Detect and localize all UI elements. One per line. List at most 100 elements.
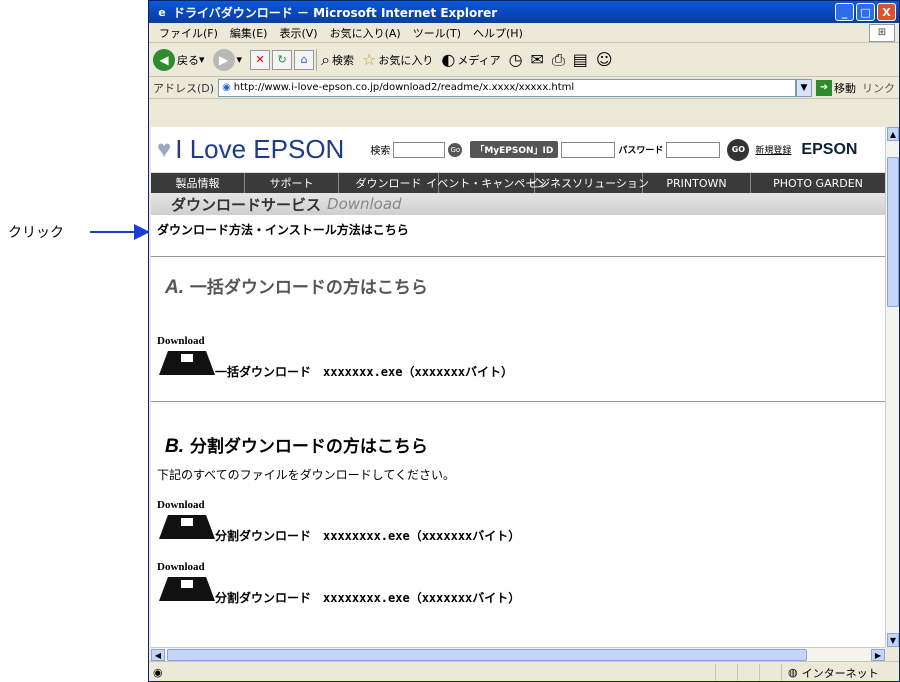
security-zone: ◍ インターネット [781, 663, 899, 681]
horizontal-scroll-thumb[interactable] [167, 649, 807, 661]
close-button[interactable]: X [877, 3, 896, 21]
windows-logo-icon: ⊞ [869, 23, 895, 42]
login-go-button[interactable]: GO [727, 138, 750, 161]
forward-button[interactable]: ▶ ▾ [212, 48, 243, 71]
vertical-scroll-thumb[interactable] [887, 157, 899, 307]
toolbar: ◀ 戻る ▾ ▶ ▾ ✕ ↻ ⌂ ⌕ 検索 ☆ お気に入り ◐ メディア ◷ ✉… [149, 43, 899, 77]
media-button[interactable]: ◐ メディア [441, 50, 500, 69]
heart-logo-icon: ♥ [157, 135, 172, 163]
instruction-text: 下記のすべてのファイルをダウンロードしてください。 [157, 468, 455, 482]
menu-file[interactable]: ファイル(F) [153, 25, 224, 41]
site-search-input[interactable] [393, 141, 446, 158]
title-bar: e ドライバダウンロード － Microsoft Internet Explor… [149, 1, 899, 23]
window-controls: _ □ X [835, 3, 896, 21]
back-button[interactable]: ◀ 戻る ▾ [153, 48, 205, 71]
section-a-heading: A. 一括ダウンロードの方はこちら [151, 273, 885, 299]
nav-events[interactable]: イベント・キャンペーン [426, 173, 547, 193]
refresh-icon[interactable]: ↻ [272, 49, 293, 70]
section-b-letter: B. [165, 436, 184, 457]
myepson-id-input[interactable] [561, 141, 616, 158]
media-label: メディア [457, 53, 501, 67]
floppy-disk-icon[interactable] [159, 515, 215, 539]
forward-dropdown-icon[interactable]: ▾ [237, 53, 243, 66]
page-status-icon: ◉ [153, 666, 163, 679]
download-badge: Download [157, 499, 205, 511]
search-label: 検索 [332, 53, 355, 67]
back-label: 戻る [177, 53, 199, 67]
bulk-download-link[interactable]: 一括ダウンロード xxxxxxx.exe（xxxxxxxバイト） [215, 363, 513, 380]
page-icon: ◉ [222, 82, 231, 93]
menu-bar: ファイル(F) 編集(E) 表示(V) お気に入り(A) ツール(T) ヘルプ(… [149, 23, 899, 43]
search-button[interactable]: ⌕ 検索 [321, 50, 354, 70]
go-label: 移動 [834, 81, 856, 95]
mail-icon[interactable]: ✉ [531, 50, 544, 69]
go-button[interactable]: ➜ 移動 [816, 79, 856, 96]
print-icon[interactable]: ⎙ [552, 50, 565, 70]
nav-support[interactable]: サポート [245, 173, 339, 193]
section-title-bar: ダウンロードサービス Download [151, 193, 885, 215]
scroll-up-icon[interactable]: ▲ [887, 127, 899, 141]
vertical-scrollbar[interactable]: ▲ ▼ [885, 127, 899, 647]
address-input[interactable]: ◉ http://www.i-love-epson.co.jp/download… [218, 78, 796, 97]
history-icon[interactable]: ◷ [509, 50, 523, 69]
nav-download[interactable]: ダウンロード [339, 173, 439, 193]
nav-products[interactable]: 製品情報 [151, 173, 245, 193]
media-icon: ◐ [441, 50, 456, 69]
nav-photo-garden[interactable]: PHOTO GARDEN [751, 173, 885, 193]
nav-business[interactable]: ビジネスソリューション [528, 173, 649, 193]
links-label[interactable]: リンク [862, 80, 899, 96]
register-link[interactable]: 新規登録 [755, 143, 791, 156]
maximize-button[interactable]: □ [856, 3, 875, 21]
password-input[interactable] [666, 141, 721, 158]
floppy-disk-icon[interactable] [159, 577, 215, 601]
screenshot-stage: クリック e ドライバダウンロード － Microsoft Internet E… [0, 0, 900, 682]
scroll-left-icon[interactable]: ◀ [151, 649, 165, 661]
split-download-link[interactable]: 分割ダウンロード xxxxxxxx.exe（xxxxxxxバイト） [215, 527, 520, 544]
address-url: http://www.i-love-epson.co.jp/download2/… [233, 82, 575, 93]
bulk-download-row: Download 一括ダウンロード xxxxxxx.exe（xxxxxxxバイト… [151, 335, 885, 393]
scroll-right-icon[interactable]: ▶ [871, 649, 885, 661]
star-icon: ☆ [362, 50, 377, 69]
edit-icon[interactable]: ▤ [573, 50, 588, 69]
site-search-label: 検索 [370, 146, 391, 157]
floppy-disk-icon[interactable] [159, 351, 215, 375]
menu-view[interactable]: 表示(V) [273, 25, 323, 41]
browser-window: e ドライバダウンロード － Microsoft Internet Explor… [148, 0, 900, 682]
address-bar: アドレス(D) ◉ http://www.i-love-epson.co.jp/… [149, 77, 899, 99]
logo-text: I Love EPSON [175, 134, 345, 164]
messenger-icon[interactable]: ☺ [596, 50, 613, 69]
menu-tools[interactable]: ツール(T) [407, 25, 467, 41]
stop-icon[interactable]: ✕ [250, 49, 271, 70]
myepson-id-label: 「MyEPSON」ID [470, 141, 559, 158]
site-logo[interactable]: ♥ I Love EPSON [157, 134, 344, 165]
floppy-slot [181, 354, 193, 362]
back-dropdown-icon[interactable]: ▾ [199, 53, 205, 66]
floppy-slot [181, 580, 193, 588]
split-download-link[interactable]: 分割ダウンロード xxxxxxxx.exe（xxxxxxxバイト） [215, 589, 520, 606]
install-method-link[interactable]: ダウンロード方法・インストール方法はこちら [151, 215, 885, 238]
home-icon[interactable]: ⌂ [294, 49, 315, 70]
menu-edit[interactable]: 編集(E) [224, 25, 274, 41]
ie-icon: e [158, 5, 166, 19]
nav-printown[interactable]: PRINTOWN [643, 173, 751, 193]
callout-line [90, 231, 140, 233]
horizontal-scrollbar[interactable]: ◀ ▶ [151, 647, 885, 661]
site-search-go-button[interactable]: Go [448, 142, 463, 157]
favorites-button[interactable]: ☆ お気に入り [362, 50, 433, 69]
globe-icon: ◍ [788, 666, 798, 679]
address-dropdown-icon[interactable]: ▼ [796, 78, 812, 97]
menu-help[interactable]: ヘルプ(H) [467, 25, 529, 41]
scroll-down-icon[interactable]: ▼ [887, 633, 899, 647]
section-title-en: Download [327, 195, 402, 213]
site-nav: 製品情報 サポート ダウンロード イベント・キャンペーン ビジネスソリューション… [151, 173, 885, 193]
favorites-label: お気に入り [378, 53, 434, 67]
minimize-button[interactable]: _ [835, 3, 854, 21]
split-download-row: Download 分割ダウンロード xxxxxxxx.exe（xxxxxxxバイ… [151, 499, 885, 557]
window-title: ドライバダウンロード － Microsoft Internet Explorer [173, 5, 498, 20]
page-viewport: ♥ I Love EPSON 検索 Go 「MyEPSON」ID パスワード G… [151, 127, 885, 647]
menu-favorites[interactable]: お気に入り(A) [324, 25, 407, 41]
